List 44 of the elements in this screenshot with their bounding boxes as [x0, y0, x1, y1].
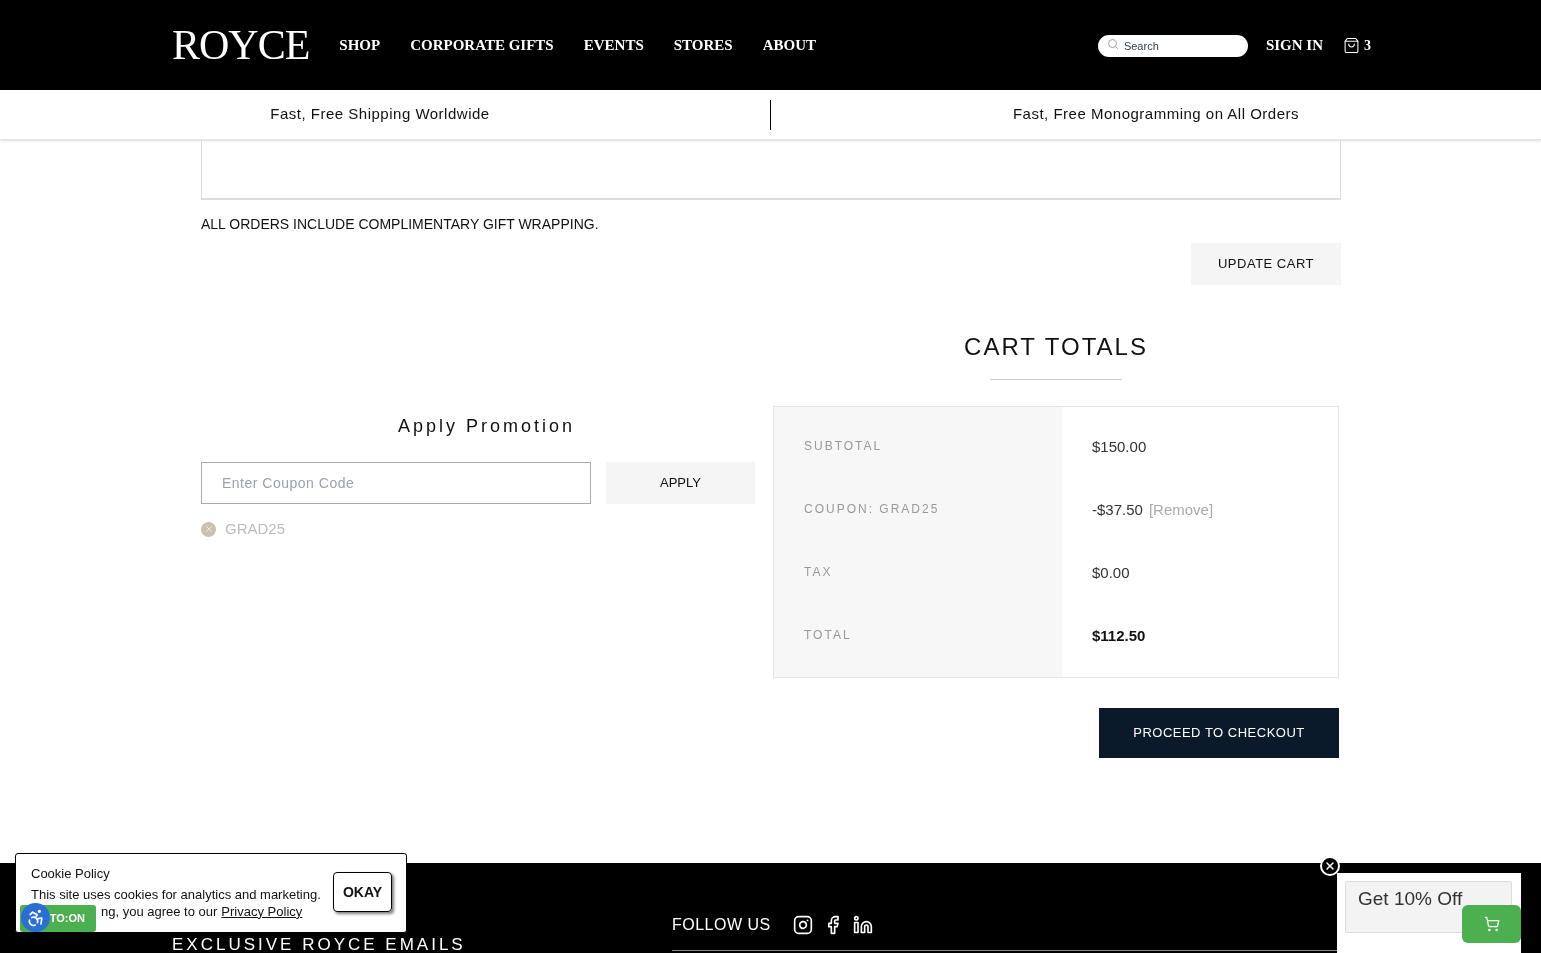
totals-label: SUBTOTAL: [804, 438, 884, 454]
linkedin-icon[interactable]: [852, 915, 873, 935]
person-icon: [25, 907, 46, 928]
newsletter-heading: EXCLUSIVE ROYCE EMAILS: [172, 936, 466, 953]
checkout-button[interactable]: PROCEED TO CHECKOUT: [1099, 708, 1339, 758]
bag-icon[interactable]: [1343, 36, 1360, 54]
totals-value: $0.00: [1092, 563, 1130, 584]
privacy-policy-link[interactable]: Privacy Policy: [221, 902, 303, 920]
nav-link[interactable]: CORPORATE GIFTS: [410, 33, 554, 57]
totals-label: TAX: [804, 564, 834, 580]
cookie-text: ng, you agree to our: [101, 902, 218, 920]
banner-text: Fast, Free Shipping Worldwide: [270, 104, 490, 125]
nav-link[interactable]: SHOP: [339, 33, 381, 57]
cookie-text: This site uses cookies for analytics and marketing.: [31, 885, 321, 903]
banner-text: Fast, Free Monogramming on All Orders: [1012, 104, 1300, 125]
close-icon: [1324, 860, 1336, 872]
cart-totals-title: CART TOTALS: [963, 332, 1149, 362]
applied-coupon: GRAD25: [225, 519, 286, 539]
totals-label: TOTAL: [804, 627, 853, 643]
totals-value: $112.50: [1092, 626, 1146, 647]
close-icon: [203, 524, 214, 535]
totals-value: $150.00: [1092, 437, 1147, 458]
close-button[interactable]: [1320, 856, 1340, 876]
logo[interactable]: ROYCE: [172, 13, 310, 77]
totals-value: -$37.50: [1092, 500, 1143, 521]
search-field[interactable]: Search: [1097, 35, 1248, 57]
cookie-title: Cookie Policy: [31, 865, 111, 883]
instagram-icon[interactable]: [792, 915, 813, 935]
nav-link[interactable]: STORES: [673, 33, 733, 57]
cart-icon: [1483, 916, 1500, 932]
cart-chat-button[interactable]: [1462, 905, 1521, 943]
gift-wrap-note: ALL ORDERS INCLUDE COMPLIMENTARY GIFT WRAPPING.: [201, 215, 600, 234]
okay-button[interactable]: OKAY: [333, 872, 392, 912]
follow-us-label: FOLLOW US: [672, 915, 771, 935]
nav-link[interactable]: EVENTS: [583, 33, 644, 57]
cart-count: 3: [1364, 36, 1371, 55]
sign-in-link[interactable]: SIGN IN: [1265, 33, 1323, 57]
nav-link[interactable]: ABOUT: [762, 33, 816, 57]
coupon-input[interactable]: Enter Coupon Code: [201, 462, 591, 504]
apply-button[interactable]: APPLY: [606, 462, 755, 504]
search-icon: [1106, 38, 1119, 50]
totals-label: COUPON: GRAD25: [804, 501, 941, 517]
update-cart-button[interactable]: UPDATE CART: [1191, 243, 1341, 285]
promotion-title: Apply Promotion: [396, 415, 577, 438]
